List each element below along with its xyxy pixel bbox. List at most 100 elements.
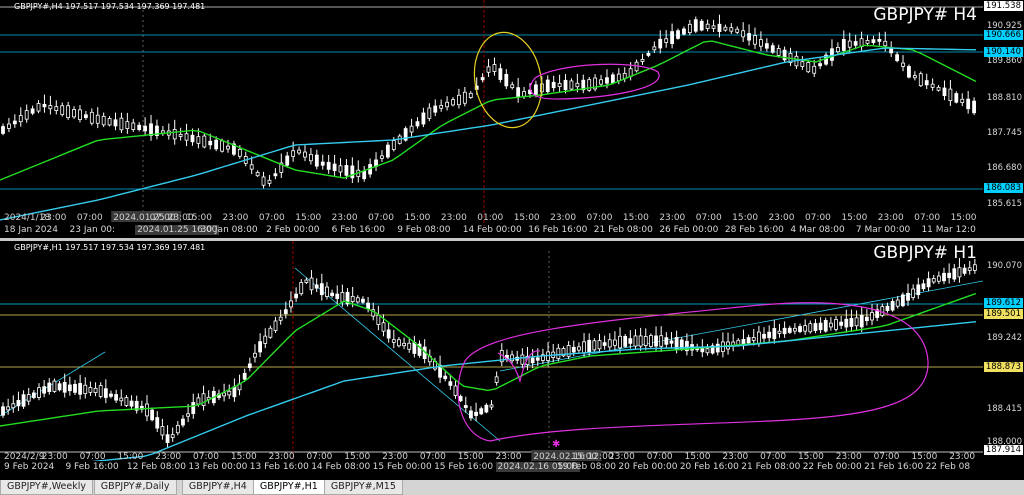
h4-chart-area[interactable]: 2024/1/18 23:00 07:00 2024.01.25 23:00 07:00… <box>0 0 983 226</box>
h1-candle-body <box>818 322 823 331</box>
h4-candle-body <box>297 149 301 154</box>
h1-candle-body <box>772 328 777 340</box>
h4-candle-body <box>522 91 526 97</box>
h1-candle-body <box>319 283 324 296</box>
h1-candle-body <box>870 312 874 321</box>
h1-candle-body <box>278 316 283 321</box>
h1-candle-body <box>325 286 329 297</box>
h1-candle-body <box>83 384 88 395</box>
h4-inner-time-tick: 15:00 <box>732 213 758 223</box>
h4-inner-time-tick: 23:00 <box>222 213 248 223</box>
h4-candle-body <box>385 144 390 158</box>
h4-price-plot[interactable]: 2024/1/1823:00 07:00 2024.01.25 23:0007:00… <box>0 0 983 226</box>
h4-inner-time-tick: 15:00 <box>404 213 430 223</box>
h1-candle-body <box>808 323 813 333</box>
h1-candle-body <box>659 335 664 347</box>
h1-candle-body <box>623 335 628 347</box>
h1-time-tick: 13 Feb 16:00 <box>249 462 309 472</box>
h1-candle-body <box>186 413 191 417</box>
h4-time-tick: 30 Jan 08:00 <box>200 225 258 235</box>
h1-price-plot[interactable]: ✱2024/2/923:00 07:00 15:00 23:00 07:00 15:00 2… <box>0 241 983 461</box>
h1-candle-body <box>592 340 597 351</box>
h1-candle-body <box>489 404 494 408</box>
h1-candle-body <box>73 383 77 393</box>
h4-candle-body <box>131 122 136 130</box>
chart-tab-0[interactable]: GBPJPY#,Weekly <box>0 480 94 495</box>
h4-candle-body <box>895 54 900 62</box>
h4-inner-time-tick: 07:00 <box>914 213 940 223</box>
chart-tab-3[interactable]: GBPJPY#,H1 <box>252 480 325 495</box>
h4-time-axis[interactable]: 18 Jan 2024 23 Jan 00: 2024.01.25 16:00 30 … <box>0 224 983 238</box>
h4-candle-body <box>776 48 781 56</box>
h4-inner-time-tick: 23:00 <box>550 213 576 223</box>
h1-price-axis[interactable]: 190.070 189.242 188.415 188.000 189.612 189.5… <box>983 241 1024 461</box>
h1-time-axis[interactable]: 9 Feb 2024 9 Feb 16:00 12 Feb 08:00 13 Feb … <box>0 461 983 475</box>
h1-candle-body <box>448 381 453 386</box>
h4-inner-time-tick: 01:00 <box>477 213 503 223</box>
h4-inner-time-tick: 07:00 <box>696 213 722 223</box>
chart-tab-1[interactable]: GBPJPY#,Daily <box>93 480 177 495</box>
h4-candle-body <box>267 179 272 184</box>
h1-candle-body <box>366 302 370 310</box>
h1-inner-time-tick: 15:00 <box>117 452 143 461</box>
h4-candle-body <box>652 46 657 51</box>
h1-hline-price-label: 189.612 <box>983 298 1023 308</box>
h4-inner-time-tick: 23:00 <box>441 213 467 223</box>
h1-candle-body <box>6 406 11 411</box>
h1-candle-body <box>335 293 340 299</box>
h1-candle-body <box>37 387 41 398</box>
h1-candle-body <box>582 341 586 354</box>
h4-candle-body <box>486 66 491 73</box>
h1-candle-body <box>746 337 751 344</box>
h4-candle-body <box>812 65 817 74</box>
h1-candle-body <box>926 278 931 288</box>
h4-candle-body <box>338 165 343 173</box>
h4-hline-price-label: 186.083 <box>983 183 1023 193</box>
h4-price-axis[interactable]: 190.925 189.860 188.810 187.745 186.680 185.6… <box>983 0 1024 226</box>
h4-info-line: GBPJPY#,H4 197.517 197.534 197.369 197.4… <box>14 2 206 11</box>
h4-candle-body <box>391 140 396 150</box>
h4-candle-body <box>332 163 337 172</box>
h1-inner-time-tick: 15:00 <box>458 452 484 461</box>
h1-time-tick: 12 Feb 08:00 <box>126 462 186 472</box>
h4-price-tick: 186.680 <box>986 163 1022 173</box>
chart-tab-4[interactable]: GBPJPY#,M15 <box>323 480 403 495</box>
h4-candle-body <box>196 136 201 144</box>
h1-candle-body <box>103 388 108 398</box>
h1-candle-body <box>67 384 72 392</box>
h4-candle-body <box>551 81 556 89</box>
h1-chart-area[interactable]: ✱ 2024/2/9 23:00 07:00 15:00 23:00 07:00 15:00 2… <box>0 241 983 461</box>
h1-time-tick: 21 Feb 16:00 <box>864 462 924 472</box>
chart-tab-2[interactable]: GBPJPY#,H4 <box>181 480 254 495</box>
h1-candle-body <box>798 326 802 332</box>
h4-candle-body <box>640 59 645 62</box>
h1-candle-body <box>628 338 633 344</box>
h4-candle-body <box>421 112 426 125</box>
h4-time-tick: 16 Feb 16:00 <box>528 225 588 235</box>
h4-candle-body <box>966 98 971 110</box>
h4-candle-body <box>107 118 112 126</box>
h4-candle-body <box>717 23 722 32</box>
h1-candle-body <box>767 331 772 339</box>
h4-candle-body <box>113 119 118 127</box>
h1-candle-body <box>463 405 468 408</box>
h1-candle-body <box>859 314 864 328</box>
h4-candle-body <box>924 80 929 86</box>
h4-candle-body <box>178 134 183 137</box>
h4-candle-body <box>699 20 704 31</box>
h1-candle-body <box>26 394 31 402</box>
h1-candle-body <box>145 403 149 417</box>
h1-candle-body <box>942 272 946 282</box>
h1-candle-body <box>556 347 561 359</box>
h1-candle-body <box>340 292 345 303</box>
h4-inner-time-tick: 07:00 <box>259 213 285 223</box>
h1-candle-body <box>792 327 797 332</box>
h1-candle-body <box>386 329 391 339</box>
h1-candle-body <box>299 282 304 295</box>
h1-candle-body <box>350 295 355 302</box>
h4-time-tick: 18 Jan 2024 <box>4 225 58 235</box>
h4-candle-body <box>889 48 894 54</box>
h4-candle-body <box>912 75 917 79</box>
h4-candle-body <box>72 109 76 118</box>
h1-price-tick: 190.070 <box>986 261 1022 271</box>
